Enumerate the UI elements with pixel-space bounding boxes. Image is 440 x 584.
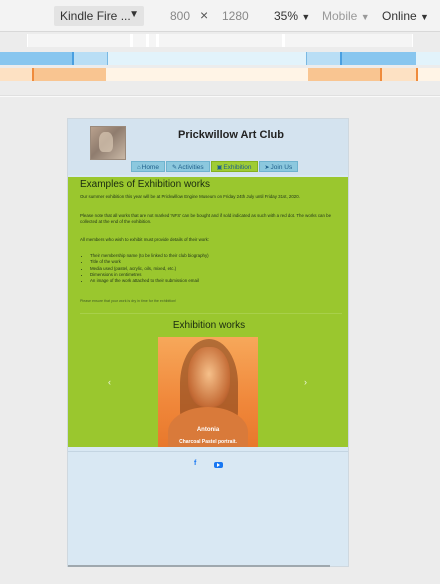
carousel-prev-button[interactable]: ‹ — [108, 377, 111, 387]
home-icon: ⌂ — [137, 165, 141, 171]
nav-label: Join Us — [270, 164, 293, 171]
device-select[interactable]: Kindle Fire ... ▼ — [54, 6, 144, 26]
paperplane-icon: ➤ — [264, 165, 270, 171]
horizontal-scrollbar[interactable] — [68, 565, 330, 567]
exhibition-paragraph: All members who wish to exhibit must pro… — [80, 237, 210, 242]
main-nav: ⌂Home ✎Activities ▣Exhibition ➤Join Us — [131, 161, 299, 172]
carousel-next-button[interactable]: › — [304, 377, 307, 387]
pencil-icon: ✎ — [171, 165, 177, 171]
dry-note: Please ensure that your work is dry in t… — [80, 299, 177, 303]
mq-segment[interactable] — [0, 52, 74, 65]
divider — [80, 313, 342, 314]
site-footer: f — [68, 451, 348, 566]
site-header: Prickwillow Art Club ⌂Home ✎Activities ▣… — [68, 119, 348, 175]
exhibition-section: Examples of Exhibition works Our summer … — [68, 177, 348, 447]
club-logo[interactable] — [90, 126, 126, 160]
caret-down-icon: ▼ — [360, 12, 370, 22]
mq-segment[interactable] — [0, 34, 28, 47]
nav-label: Exhibition — [223, 164, 252, 171]
mq-segment[interactable] — [282, 34, 285, 47]
list-item: An image of the work attached to their s… — [90, 278, 209, 284]
emulated-viewport: Prickwillow Art Club ⌂Home ✎Activities ▣… — [67, 118, 349, 567]
media-query-bar-orange[interactable] — [0, 68, 440, 81]
gallery-heading: Exhibition works — [172, 320, 246, 331]
nav-activities[interactable]: ✎Activities — [165, 161, 210, 172]
nav-exhibition[interactable]: ▣Exhibition — [210, 161, 258, 172]
mq-segment[interactable] — [74, 52, 108, 65]
network-value: Online — [382, 9, 417, 23]
portrait-face — [188, 347, 230, 407]
throttle-value: Mobile — [322, 9, 358, 23]
site-title: Prickwillow Art Club — [178, 129, 284, 141]
times-icon: × — [200, 7, 209, 23]
requirements-list: Their membership name (to be linked to t… — [90, 253, 209, 284]
mq-segment[interactable] — [382, 68, 418, 81]
slide-caption: Charcoal Pastel portrait. — [179, 439, 237, 445]
nav-join-us[interactable]: ➤Join Us — [258, 161, 299, 172]
slide-title: Antonia — [196, 427, 220, 433]
mq-segment[interactable] — [0, 68, 32, 81]
image-icon: ▣ — [216, 165, 223, 171]
mq-segment[interactable] — [306, 52, 340, 65]
mq-segment[interactable] — [156, 34, 159, 47]
exhibition-paragraph: Our summer exhibition this year will be … — [80, 194, 300, 199]
zoom-select[interactable]: 35% ▼ — [274, 9, 310, 23]
youtube-icon[interactable] — [214, 462, 223, 468]
mq-segment[interactable] — [340, 52, 416, 65]
mq-segment[interactable] — [308, 68, 382, 81]
mq-segment[interactable] — [32, 68, 106, 81]
mq-segment[interactable] — [412, 34, 440, 47]
caret-down-icon: ▼ — [301, 12, 311, 22]
width-input[interactable]: 800 — [150, 9, 190, 23]
throttle-select[interactable]: Mobile ▼ — [322, 9, 370, 23]
media-query-bar-gray[interactable] — [0, 34, 440, 47]
zoom-value: 35% — [274, 9, 299, 23]
network-select[interactable]: Online ▼ — [382, 9, 429, 23]
mq-segment[interactable] — [146, 34, 149, 47]
devtools-toolbar: Kindle Fire ... ▼ 800 × 1280 35% ▼ Mobil… — [0, 0, 440, 32]
nav-home[interactable]: ⌂Home — [131, 161, 165, 172]
mq-segment[interactable] — [130, 34, 133, 47]
height-input[interactable]: 1280 — [222, 9, 262, 23]
facebook-icon[interactable]: f — [194, 460, 196, 467]
nav-label: Activities — [178, 164, 204, 171]
section-heading: Examples of Exhibition works — [80, 179, 211, 190]
device-name: Kindle Fire ... — [60, 9, 131, 23]
caret-down-icon: ▼ — [129, 9, 139, 20]
caret-down-icon: ▼ — [420, 12, 429, 22]
media-query-bar-blue[interactable] — [0, 52, 440, 65]
ruler — [0, 95, 440, 97]
nav-label: Home — [141, 164, 159, 171]
carousel-slide[interactable]: Antonia Charcoal Pastel portrait. — [158, 337, 258, 447]
exhibition-paragraph: Please note that all works that are not … — [80, 213, 332, 224]
